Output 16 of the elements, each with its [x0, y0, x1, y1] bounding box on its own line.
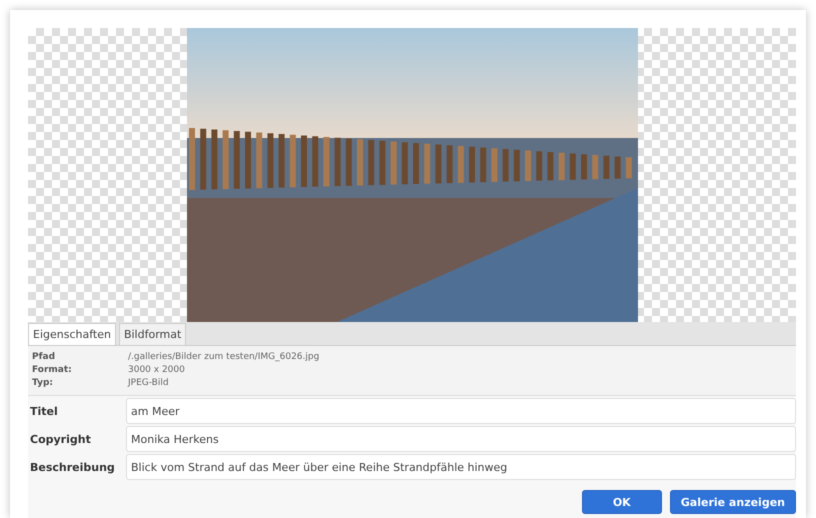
text-field[interactable]: Blick vom Strand auf das Meer über eine Reihe Strandpfähle hinweg	[126, 454, 796, 480]
info-value: /.galleries/Bilder zum testen/IMG_6026.jpg	[128, 351, 320, 364]
text-field[interactable]: Monika Herkens	[126, 426, 796, 452]
info-label: Pfad	[32, 351, 56, 364]
info-value: 3000 x 2000	[128, 364, 186, 377]
gallery-button[interactable]: Galerie anzeigen	[670, 490, 796, 514]
field-label: Titel	[30, 404, 59, 418]
field-label: Copyright	[30, 432, 92, 446]
info-label: Format:	[32, 364, 73, 377]
tab[interactable]: Bildformat	[118, 323, 186, 345]
tab[interactable]: Eigenschaften	[28, 323, 116, 345]
field-label: Beschreibung	[30, 460, 116, 474]
ok-button[interactable]: OK	[582, 490, 662, 514]
text-field[interactable]: am Meer	[126, 398, 796, 424]
info-value: JPEG-Bild	[128, 377, 170, 390]
info-label: Typ:	[32, 377, 54, 390]
